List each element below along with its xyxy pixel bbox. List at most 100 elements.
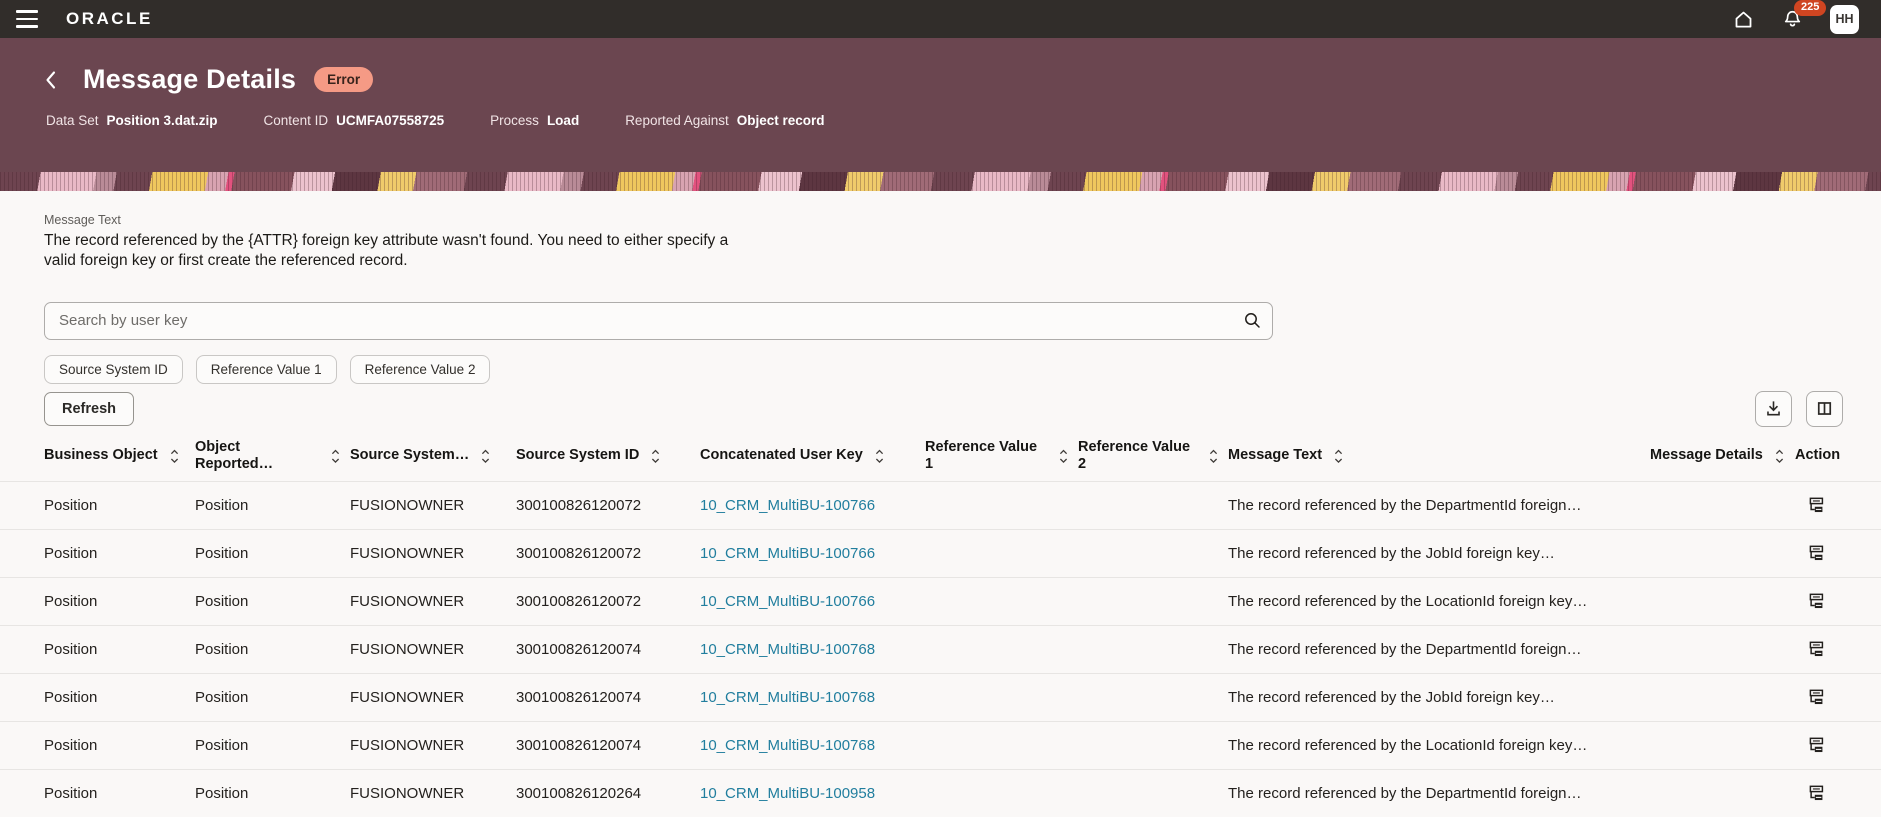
table-row[interactable]: Position Position FUSIONOWNER 3001008261… [0, 674, 1881, 722]
cell-message-text: The record referenced by the DepartmentI… [1228, 770, 1650, 817]
filter-chips: Source System ID Reference Value 1 Refer… [44, 355, 1843, 384]
header-meta: Data Set Position 3.dat.zip Content ID U… [46, 113, 1837, 128]
col-header-source-system[interactable]: Source System… [350, 431, 516, 482]
table-header-row: Business Object Object Reported… Source … [0, 431, 1881, 482]
cell-source-system-id: 300100826120072 [516, 530, 700, 578]
cell-action [1795, 674, 1881, 722]
filter-chip-source-system-id[interactable]: Source System ID [44, 355, 183, 384]
search-input[interactable] [44, 302, 1273, 340]
cell-business-object: Position [0, 530, 195, 578]
sort-icon[interactable] [1059, 449, 1068, 464]
col-header-object-reported[interactable]: Object Reported… [195, 431, 350, 482]
user-key-link[interactable]: 10_CRM_MultiBU-100958 [700, 785, 875, 802]
table-row[interactable]: Position Position FUSIONOWNER 3001008261… [0, 722, 1881, 770]
cell-message-text: The record referenced by the DepartmentI… [1228, 626, 1650, 674]
meta-data-set: Data Set Position 3.dat.zip [46, 113, 218, 128]
table-row[interactable]: Position Position FUSIONOWNER 3001008261… [0, 770, 1881, 817]
message-details-action-button[interactable] [1807, 736, 1826, 755]
user-key-link[interactable]: 10_CRM_MultiBU-100768 [700, 737, 875, 754]
col-header-business-object[interactable]: Business Object [0, 431, 195, 482]
cell-object-reported: Position [195, 626, 350, 674]
decorative-pattern-strip [0, 172, 1881, 191]
cell-message-text: The record referenced by the LocationId … [1228, 722, 1650, 770]
cell-message-details [1650, 578, 1795, 626]
cell-object-reported: Position [195, 530, 350, 578]
user-key-link[interactable]: 10_CRM_MultiBU-100766 [700, 545, 875, 562]
columns-icon [1816, 400, 1833, 417]
cell-source-system-id: 300100826120074 [516, 674, 700, 722]
download-button[interactable] [1755, 391, 1792, 427]
cell-reference-value-2 [1078, 578, 1228, 626]
cell-user-key: 10_CRM_MultiBU-100766 [700, 482, 925, 530]
hierarchy-details-icon [1807, 688, 1826, 707]
message-details-action-button[interactable] [1807, 640, 1826, 659]
cell-object-reported: Position [195, 722, 350, 770]
cell-message-details [1650, 482, 1795, 530]
sort-icon[interactable] [875, 449, 884, 464]
cell-message-text: The record referenced by the JobId forei… [1228, 674, 1650, 722]
table-row[interactable]: Position Position FUSIONOWNER 3001008261… [0, 578, 1881, 626]
col-header-message-details[interactable]: Message Details [1650, 431, 1795, 482]
avatar[interactable]: HH [1830, 5, 1859, 34]
meta-reported-against: Reported Against Object record [625, 113, 824, 128]
cell-business-object: Position [0, 722, 195, 770]
back-chevron-icon [44, 70, 57, 90]
cell-business-object: Position [0, 674, 195, 722]
user-key-link[interactable]: 10_CRM_MultiBU-100766 [700, 593, 875, 610]
main-content: Message Text The record referenced by th… [0, 191, 1881, 817]
message-details-action-button[interactable] [1807, 496, 1826, 515]
top-bar: ORACLE 225 HH [0, 0, 1881, 38]
filter-chip-reference-value-1[interactable]: Reference Value 1 [196, 355, 337, 384]
sort-icon[interactable] [651, 449, 660, 464]
cell-message-text: The record referenced by the DepartmentI… [1228, 482, 1650, 530]
col-header-message-text[interactable]: Message Text [1228, 431, 1650, 482]
hierarchy-details-icon [1807, 544, 1826, 563]
table-body: Position Position FUSIONOWNER 3001008261… [0, 482, 1881, 817]
hierarchy-details-icon [1807, 736, 1826, 755]
sort-icon[interactable] [1775, 449, 1784, 464]
col-header-action: Action [1795, 431, 1881, 482]
cell-source-system: FUSIONOWNER [350, 770, 516, 817]
cell-source-system: FUSIONOWNER [350, 482, 516, 530]
user-key-link[interactable]: 10_CRM_MultiBU-100768 [700, 641, 875, 658]
col-header-reference-value-2[interactable]: Reference Value 2 [1078, 431, 1228, 482]
filter-chip-reference-value-2[interactable]: Reference Value 2 [350, 355, 491, 384]
message-details-action-button[interactable] [1807, 592, 1826, 611]
sort-icon[interactable] [481, 449, 490, 464]
cell-action [1795, 770, 1881, 817]
table-row[interactable]: Position Position FUSIONOWNER 3001008261… [0, 530, 1881, 578]
cell-business-object: Position [0, 770, 195, 817]
notifications-button[interactable]: 225 [1781, 8, 1804, 31]
refresh-button[interactable]: Refresh [44, 392, 134, 426]
sort-icon[interactable] [1209, 449, 1218, 464]
table-row[interactable]: Position Position FUSIONOWNER 3001008261… [0, 482, 1881, 530]
col-header-reference-value-1[interactable]: Reference Value 1 [925, 431, 1078, 482]
cell-action [1795, 530, 1881, 578]
cell-reference-value-2 [1078, 626, 1228, 674]
manage-columns-button[interactable] [1806, 391, 1843, 427]
col-header-source-system-id[interactable]: Source System ID [516, 431, 700, 482]
message-details-action-button[interactable] [1807, 544, 1826, 563]
user-key-link[interactable]: 10_CRM_MultiBU-100768 [700, 689, 875, 706]
table-row[interactable]: Position Position FUSIONOWNER 3001008261… [0, 626, 1881, 674]
status-badge: Error [314, 67, 373, 92]
cell-reference-value-2 [1078, 482, 1228, 530]
cell-reference-value-1 [925, 770, 1078, 817]
message-text-label: Message Text [44, 213, 1843, 227]
sort-icon[interactable] [1334, 449, 1343, 464]
home-button[interactable] [1732, 8, 1755, 31]
col-header-concatenated-user-key[interactable]: Concatenated User Key [700, 431, 925, 482]
message-details-action-button[interactable] [1807, 688, 1826, 707]
hamburger-menu-icon[interactable] [10, 2, 44, 36]
sort-icon[interactable] [331, 449, 340, 464]
search-button[interactable] [1235, 305, 1269, 337]
cell-object-reported: Position [195, 674, 350, 722]
topbar-actions: 225 HH [1732, 5, 1859, 34]
sort-icon[interactable] [170, 449, 179, 464]
cell-action [1795, 626, 1881, 674]
back-button[interactable] [38, 66, 63, 94]
user-key-link[interactable]: 10_CRM_MultiBU-100766 [700, 497, 875, 514]
cell-message-details [1650, 530, 1795, 578]
cell-message-details [1650, 626, 1795, 674]
message-details-action-button[interactable] [1807, 784, 1826, 803]
